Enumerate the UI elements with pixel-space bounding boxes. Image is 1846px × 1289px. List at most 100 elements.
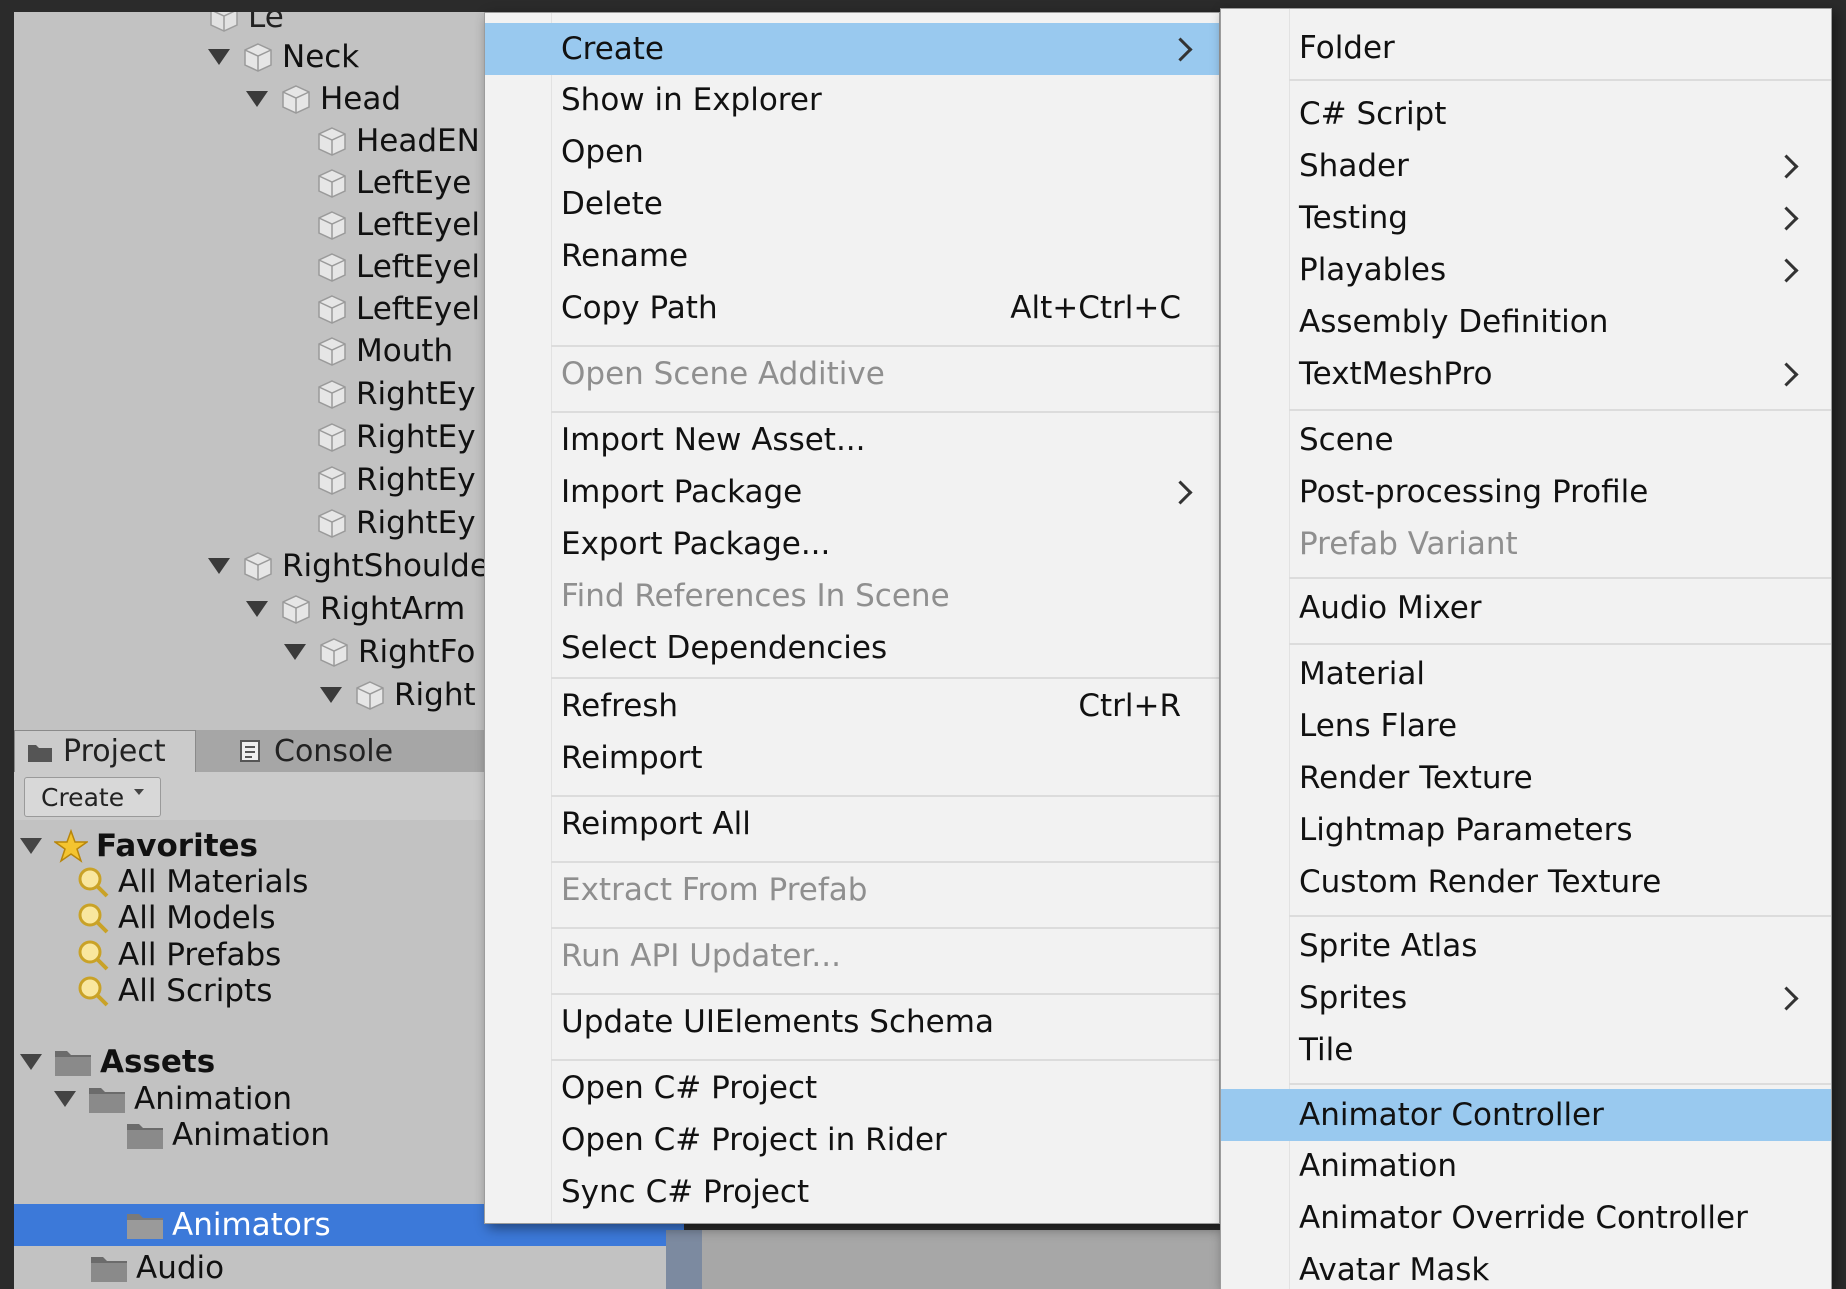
submenu-item-animator-controller[interactable]: Animator Controller [1221, 1089, 1831, 1141]
submenu-item-audio-mixer[interactable]: Audio Mixer [1221, 583, 1831, 633]
submenu-item-animation[interactable]: Animation [1221, 1141, 1831, 1191]
favorite-label: All Scripts [118, 973, 273, 1009]
favorite-item[interactable]: All Scripts [76, 970, 272, 1012]
submenu-arrow-icon [1168, 479, 1193, 505]
hierarchy-item-label: LeftEyel [356, 207, 480, 243]
gameobject-icon [244, 552, 272, 581]
submenu-item-sprite-atlas[interactable]: Sprite Atlas [1221, 921, 1831, 971]
menu-item-show-in-explorer[interactable]: Show in Explorer [485, 75, 1219, 125]
hierarchy-item-rightarm[interactable]: RightArm [246, 588, 465, 630]
submenu-arrow-icon [1774, 985, 1799, 1011]
menu-item-delete[interactable]: Delete [485, 179, 1219, 229]
favorite-item[interactable]: All Models [76, 897, 276, 939]
hierarchy-item[interactable]: LeftEyel [316, 246, 480, 288]
menu-item-rename[interactable]: Rename [485, 231, 1219, 281]
menu-item-update-uielements-schema[interactable]: Update UIElements Schema [485, 997, 1219, 1047]
menu-item-import-new-asset[interactable]: Import New Asset... [485, 415, 1219, 465]
menu-item-label: Open C# Project [561, 1070, 818, 1106]
submenu-item-sprites[interactable]: Sprites [1221, 973, 1831, 1023]
menu-item-label: Animator Controller [1299, 1097, 1604, 1133]
submenu-item-avatar-mask[interactable]: Avatar Mask [1221, 1245, 1831, 1289]
hierarchy-item[interactable]: LeftEyel [316, 288, 480, 330]
hierarchy-item[interactable]: RightEy [316, 502, 476, 544]
folder-icon [55, 1051, 91, 1076]
submenu-item-lens-flare[interactable]: Lens Flare [1221, 701, 1831, 751]
expand-arrow-icon[interactable] [320, 687, 342, 703]
menu-item-label: Reimport All [561, 806, 751, 842]
hierarchy-item-rightshoulder[interactable]: RightShoulde [208, 545, 484, 587]
submenu-arrow-icon [1774, 361, 1799, 387]
folder-item-selected[interactable]: Animators [126, 1204, 331, 1246]
gameobject-icon [282, 85, 310, 114]
submenu-item-tile[interactable]: Tile [1221, 1025, 1831, 1075]
menu-item-label: Find References In Scene [561, 578, 950, 614]
expand-arrow-icon[interactable] [20, 1054, 42, 1070]
expand-arrow-icon[interactable] [20, 838, 42, 854]
assets-header[interactable]: Assets [20, 1041, 215, 1083]
menu-item-sync-csharp-project[interactable]: Sync C# Project [485, 1167, 1219, 1217]
menu-separator [1289, 915, 1831, 917]
menu-item-copy-path[interactable]: Copy Path Alt+Ctrl+C [485, 283, 1219, 333]
submenu-item-shader[interactable]: Shader [1221, 141, 1831, 191]
submenu-item-testing[interactable]: Testing [1221, 193, 1831, 243]
expand-arrow-icon[interactable] [54, 1091, 76, 1107]
hierarchy-item[interactable]: RightEy [316, 373, 476, 415]
folder-item[interactable]: Audio [90, 1247, 224, 1289]
submenu-arrow-icon [1774, 257, 1799, 283]
gameobject-icon [282, 595, 310, 624]
menu-item-refresh[interactable]: Refresh Ctrl+R [485, 681, 1219, 731]
hierarchy-item[interactable]: HeadEN [316, 120, 480, 162]
menu-item-import-package[interactable]: Import Package [485, 467, 1219, 517]
submenu-item-folder[interactable]: Folder [1221, 23, 1831, 73]
tab-console[interactable]: Console [226, 730, 426, 772]
submenu-item-render-texture[interactable]: Render Texture [1221, 753, 1831, 803]
folder-item[interactable]: Animation [126, 1114, 330, 1156]
submenu-item-material[interactable]: Material [1221, 649, 1831, 699]
menu-item-label: Testing [1299, 200, 1408, 236]
menu-item-open-csharp-project[interactable]: Open C# Project [485, 1063, 1219, 1113]
submenu-item-lightmap-parameters[interactable]: Lightmap Parameters [1221, 805, 1831, 855]
expand-arrow-icon[interactable] [284, 644, 306, 660]
menu-separator [1289, 577, 1831, 579]
submenu-item-animator-override-controller[interactable]: Animator Override Controller [1221, 1193, 1831, 1243]
folder-label: Audio [136, 1250, 225, 1286]
hierarchy-item[interactable]: RightEy [316, 416, 476, 458]
hierarchy-item-righthand[interactable]: Right [320, 674, 476, 716]
tab-project[interactable]: Project [14, 730, 196, 772]
gameobject-icon [318, 295, 346, 324]
menu-item-open[interactable]: Open [485, 127, 1219, 177]
menu-item-export-package[interactable]: Export Package... [485, 519, 1219, 569]
submenu-item-csharp-script[interactable]: C# Script [1221, 89, 1831, 139]
hierarchy-item[interactable]: RightEy [316, 459, 476, 501]
menu-item-label: Scene [1299, 422, 1394, 458]
expand-arrow-icon[interactable] [208, 558, 230, 574]
submenu-arrow-icon [1774, 153, 1799, 179]
hierarchy-item-rightforearm[interactable]: RightFo [284, 631, 475, 673]
menu-item-label: Avatar Mask [1299, 1252, 1490, 1288]
hierarchy-item-label: LeftEye [356, 165, 472, 201]
menu-item-open-csharp-project-in-rider[interactable]: Open C# Project in Rider [485, 1115, 1219, 1165]
hierarchy-item-neck[interactable]: Neck [208, 36, 359, 78]
expand-arrow-icon[interactable] [246, 91, 268, 107]
scrollbar[interactable] [666, 1230, 702, 1289]
submenu-item-playables[interactable]: Playables [1221, 245, 1831, 295]
menu-item-create[interactable]: Create [485, 23, 1219, 75]
menu-item-select-dependencies[interactable]: Select Dependencies [485, 623, 1219, 673]
menu-item-reimport[interactable]: Reimport [485, 733, 1219, 783]
submenu-item-scene[interactable]: Scene [1221, 415, 1831, 465]
menu-separator [1289, 409, 1831, 411]
submenu-item-textmeshpro[interactable]: TextMeshPro [1221, 349, 1831, 399]
hierarchy-item[interactable]: LeftEye [316, 162, 471, 204]
hierarchy-item[interactable]: LeftEyel [316, 204, 480, 246]
submenu-item-post-processing-profile[interactable]: Post-processing Profile [1221, 467, 1831, 517]
expand-arrow-icon[interactable] [246, 601, 268, 617]
expand-arrow-icon[interactable] [208, 49, 230, 65]
create-dropdown-button[interactable]: Create [24, 777, 162, 817]
menu-item-reimport-all[interactable]: Reimport All [485, 799, 1219, 849]
submenu-item-custom-render-texture[interactable]: Custom Render Texture [1221, 857, 1831, 907]
hierarchy-item[interactable]: Mouth [316, 330, 453, 372]
menu-item-label: Import New Asset... [561, 422, 866, 458]
folder-icon [127, 1124, 163, 1149]
hierarchy-item-head[interactable]: Head [246, 78, 401, 120]
submenu-item-assembly-definition[interactable]: Assembly Definition [1221, 297, 1831, 347]
